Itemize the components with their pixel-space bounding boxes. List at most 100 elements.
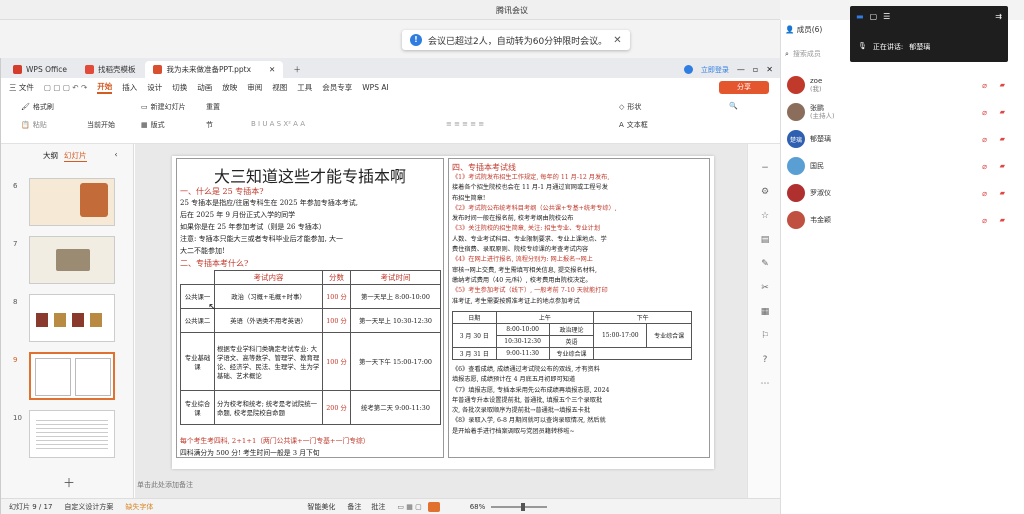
camera-off-icon[interactable]: ▰ bbox=[1000, 108, 1005, 116]
quick-tools[interactable]: ▢ ▢ ▢ ↶ ↷ bbox=[44, 83, 87, 92]
find-icon[interactable]: 🔍 bbox=[729, 102, 738, 110]
shape-button[interactable]: ◇ 形状 bbox=[619, 102, 641, 112]
new-tab-button[interactable]: ＋ bbox=[285, 61, 309, 78]
maximize-icon[interactable]: ▫ bbox=[753, 65, 758, 74]
slide-thumb-10[interactable] bbox=[29, 410, 115, 458]
expand-icon[interactable]: ⇉ bbox=[995, 12, 1002, 21]
step-line: 填报志愿, 成绩预计在 4 月底五月初即可知道 bbox=[452, 376, 576, 384]
from-current-button[interactable]: 当前开始 bbox=[87, 120, 115, 130]
table-cell bbox=[593, 347, 692, 360]
paste-button[interactable]: 📋 粘贴 bbox=[21, 120, 47, 130]
template-icon bbox=[84, 65, 94, 74]
step-line: 准考证, 考生需要按照准考证上的地点参加考试 bbox=[452, 297, 580, 305]
participant-row[interactable]: 罗淑仪 ⌀ ▰ bbox=[787, 180, 1019, 206]
mic-muted-icon[interactable]: ⌀ bbox=[982, 108, 987, 117]
camera-off-icon[interactable]: ▰ bbox=[1000, 135, 1005, 143]
menu-review[interactable]: 审阅 bbox=[247, 82, 262, 93]
camera-off-icon[interactable]: ▰ bbox=[1000, 216, 1005, 224]
reset-button[interactable]: 重置 bbox=[206, 102, 220, 112]
add-slide-button[interactable]: ＋ bbox=[63, 474, 75, 491]
menu-transition[interactable]: 切换 bbox=[172, 82, 187, 93]
menu-home[interactable]: 开始 bbox=[97, 81, 113, 94]
meeting-titlebar: 腾讯会议 bbox=[0, 0, 780, 20]
tab-slides[interactable]: 幻灯片 bbox=[64, 150, 87, 162]
beautify-button[interactable]: 智能美化 bbox=[307, 502, 335, 512]
tab-outline[interactable]: 大纲 bbox=[43, 150, 58, 162]
section-button[interactable]: 节 bbox=[206, 120, 213, 130]
table-cell: 专业综合课 bbox=[548, 347, 595, 360]
mic-muted-icon[interactable]: ⌀ bbox=[982, 162, 987, 171]
textbox-button[interactable]: A 文本框 bbox=[619, 120, 648, 130]
slide-thumb-7[interactable] bbox=[29, 236, 115, 284]
tab-templates[interactable]: 找稻壳模板 bbox=[77, 61, 144, 78]
notes-placeholder[interactable]: 单击此处添加备注 bbox=[137, 480, 193, 490]
right-card: 四、专插本考试线 《1》考试院发布招生工作规定, 每年的 11 月-12 月发布… bbox=[448, 158, 710, 458]
participant-row[interactable]: 张鹏 (主持人) ⌀ ▰ bbox=[787, 99, 1019, 125]
close-icon[interactable]: ✕ bbox=[613, 35, 621, 46]
mic-muted-icon[interactable]: ⌀ bbox=[982, 135, 987, 144]
tab-document[interactable]: 我为未来做准备PPT.pptx ✕ bbox=[145, 61, 284, 78]
participant-row[interactable]: 国民 ⌀ ▰ bbox=[787, 153, 1019, 179]
close-icon[interactable]: ✕ bbox=[766, 65, 773, 74]
comments-button[interactable]: 批注 bbox=[371, 502, 385, 512]
table-cell: 3 月 31 日 bbox=[452, 347, 497, 360]
custom-design[interactable]: 自定义设计方案 bbox=[64, 502, 113, 512]
close-icon[interactable]: ✕ bbox=[269, 65, 275, 74]
schedule-table: 日期 上午 下午 3 月 30 日 8:00-10:00 政治理论 15:00-17:00… bbox=[452, 311, 692, 360]
menu-insert[interactable]: 插入 bbox=[122, 82, 137, 93]
slide-number: 10 bbox=[13, 414, 22, 422]
zoom-slider[interactable] bbox=[491, 502, 548, 511]
login-link[interactable]: 立即登录 bbox=[701, 65, 729, 75]
mic-muted-icon[interactable]: ⌀ bbox=[982, 216, 987, 225]
zoom-level[interactable]: 68% bbox=[470, 503, 486, 511]
slide-thumb-8[interactable] bbox=[29, 294, 115, 342]
menu-view[interactable]: 视图 bbox=[272, 82, 287, 93]
mic-muted-icon[interactable]: ⌀ bbox=[982, 189, 987, 198]
mic-muted-icon[interactable]: ⌀ bbox=[982, 81, 987, 90]
avatar bbox=[787, 157, 805, 175]
step-line: 是开始着手进行档案调取与党团员籍转移啦~ bbox=[452, 427, 575, 435]
missing-font[interactable]: 缺失字体 bbox=[125, 502, 153, 512]
table-cell: 政治理论 bbox=[548, 323, 595, 336]
user-icon[interactable] bbox=[683, 65, 693, 74]
menu-design[interactable]: 设计 bbox=[147, 82, 162, 93]
share-button[interactable]: 分享 bbox=[719, 81, 769, 94]
speaker-controls[interactable]: ▬ ▢ ☰ bbox=[856, 12, 890, 21]
participant-row[interactable]: zoe (我) ⌀ ▰ bbox=[787, 72, 1019, 98]
participant-row[interactable]: 楚璃 郁楚璃 ⌀ ▰ bbox=[787, 126, 1019, 152]
slide-thumb-6[interactable] bbox=[29, 178, 115, 226]
menu-tools[interactable]: 工具 bbox=[297, 82, 312, 93]
menu-wps-ai[interactable]: WPS AI bbox=[362, 83, 388, 92]
minimize-icon[interactable]: — bbox=[737, 65, 745, 74]
camera-off-icon[interactable]: ▰ bbox=[1000, 189, 1005, 197]
participant-row[interactable]: 韦金颖 ⌀ ▰ bbox=[787, 207, 1019, 233]
menu-slideshow[interactable]: 放映 bbox=[222, 82, 237, 93]
panel-tabs: 大纲 幻灯片 ‹ bbox=[43, 150, 118, 162]
format-painter-button[interactable]: 🖌 格式刷 bbox=[21, 102, 54, 112]
new-slide-button[interactable]: ▭ 新建幻灯片 bbox=[141, 102, 186, 112]
font-tools[interactable]: B I U A S X² A A bbox=[251, 120, 305, 128]
collapse-icon[interactable]: ‹ bbox=[115, 150, 118, 162]
notes-button[interactable]: 备注 bbox=[347, 502, 361, 512]
right-tools[interactable]: − ⚙ ☆ ▤ ✎ ✂ ▦ ⚐? ⋯ bbox=[758, 156, 772, 396]
layout-button[interactable]: ▦ 版式 bbox=[141, 120, 165, 130]
speaking-label: 正在讲话: bbox=[872, 43, 904, 51]
camera-off-icon[interactable]: ▰ bbox=[1000, 81, 1005, 89]
play-icon[interactable] bbox=[427, 501, 440, 512]
step-line: 《3》关注院校的招生简章, 关注: 招生专业、专业计划 bbox=[452, 225, 601, 233]
slide-thumb-9[interactable] bbox=[29, 352, 115, 400]
menu-file[interactable]: 三 文件 bbox=[9, 82, 34, 93]
ribbon-label: 版式 bbox=[150, 121, 165, 129]
name: 罗淑仪 bbox=[810, 189, 831, 197]
paragraph-tools[interactable]: ≡ ≡ ≡ ≡ ≡ bbox=[446, 120, 484, 128]
members-title: 👤 成员(6) bbox=[785, 24, 822, 35]
notice-text: 会议已超过2人，自动转为60分钟限时会议。 bbox=[428, 36, 608, 47]
name: 郁楚璃 bbox=[810, 135, 831, 143]
tab-wps-office[interactable]: WPS Office bbox=[5, 61, 75, 78]
menu-animation[interactable]: 动画 bbox=[197, 82, 212, 93]
table-cell: 统考第二天 9:00-11:30 bbox=[350, 390, 441, 425]
view-icons[interactable]: ▭ ▦ ▢ bbox=[397, 503, 421, 511]
menu-member[interactable]: 会员专享 bbox=[322, 82, 352, 93]
camera-off-icon[interactable]: ▰ bbox=[1000, 162, 1005, 170]
step-line: 发布时间一般在报名前, 校考考纲由院校公布 bbox=[452, 215, 574, 223]
